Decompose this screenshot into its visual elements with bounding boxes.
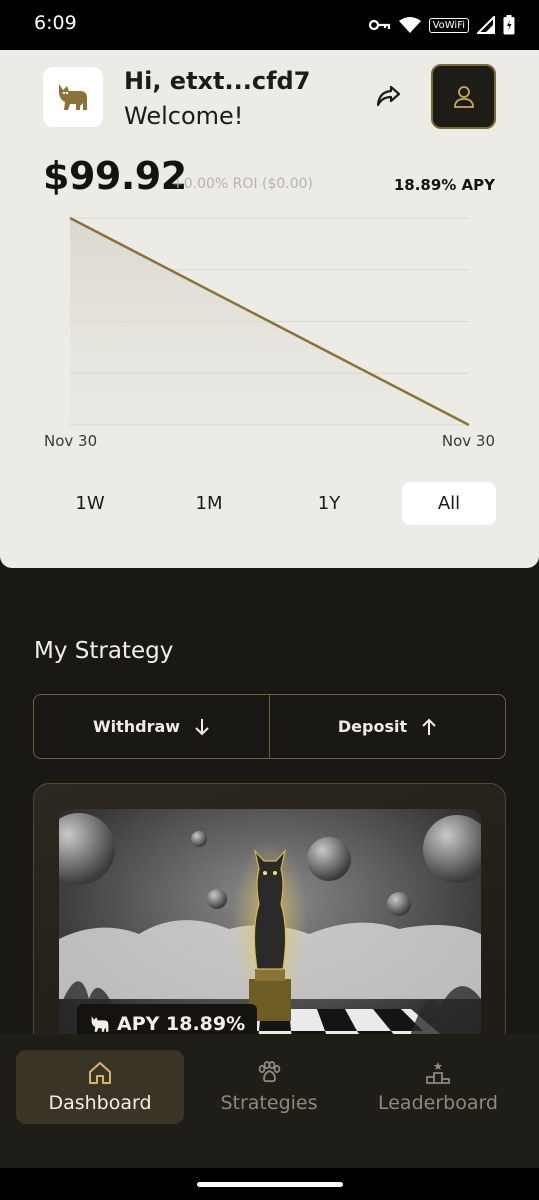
withdraw-label: Withdraw bbox=[92, 717, 181, 736]
portfolio-card: Hi, etxt...cfd7 Welcome! $99.92 +0.00% R… bbox=[0, 50, 539, 568]
paw-icon bbox=[258, 1060, 281, 1083]
vowifi-badge: VoWiFi bbox=[428, 17, 469, 33]
roi-text: +0.00% ROI ($0.00) bbox=[172, 176, 313, 192]
arrow-up-icon bbox=[422, 718, 436, 735]
tab-1y[interactable]: 1Y bbox=[282, 482, 376, 525]
apy-text: 18.89% APY bbox=[393, 176, 495, 194]
wifi-icon bbox=[398, 16, 421, 33]
nav-dashboard[interactable]: Dashboard bbox=[16, 1050, 184, 1124]
profile-button[interactable] bbox=[431, 64, 496, 129]
battery-icon bbox=[503, 15, 515, 35]
apy-badge-text: APY 18.89% bbox=[117, 1013, 246, 1035]
welcome-text: Welcome! bbox=[124, 102, 244, 130]
vpn-key-icon bbox=[368, 19, 390, 31]
x-axis-label-start: Nov 30 bbox=[44, 432, 98, 450]
arrow-down-icon bbox=[195, 718, 209, 735]
share-button[interactable] bbox=[372, 80, 404, 112]
status-bar: 6:09 VoWiFi bbox=[0, 0, 539, 50]
cat-logo-icon bbox=[91, 1016, 109, 1032]
home-gesture-bar[interactable] bbox=[197, 1182, 343, 1187]
tab-all[interactable]: All bbox=[402, 482, 496, 525]
status-time: 6:09 bbox=[34, 12, 77, 34]
signal-icon bbox=[477, 16, 495, 34]
user-icon bbox=[453, 85, 474, 108]
action-row: Withdraw Deposit bbox=[33, 694, 506, 759]
withdraw-button[interactable]: Withdraw bbox=[34, 695, 269, 758]
range-tabs: 1W 1M 1Y All bbox=[31, 482, 507, 526]
x-axis-label-end: Nov 30 bbox=[441, 432, 495, 450]
status-icons: VoWiFi bbox=[368, 14, 515, 36]
nav-label-dashboard: Dashboard bbox=[48, 1092, 152, 1114]
nav-leaderboard[interactable]: Leaderboard bbox=[354, 1050, 522, 1124]
home-icon bbox=[89, 1062, 111, 1084]
gesture-area bbox=[0, 1168, 539, 1200]
podium-icon bbox=[426, 1062, 450, 1084]
share-icon bbox=[376, 85, 401, 107]
nav-label-strategies: Strategies bbox=[220, 1092, 318, 1114]
tab-1w[interactable]: 1W bbox=[43, 482, 137, 525]
portfolio-chart bbox=[69, 216, 470, 427]
greeting-text: Hi, etxt...cfd7 bbox=[124, 67, 311, 95]
bottom-nav: Dashboard Strategies Leaderboard bbox=[0, 1034, 539, 1168]
deposit-button[interactable]: Deposit bbox=[269, 695, 505, 758]
tab-1m[interactable]: 1M bbox=[162, 482, 256, 525]
section-title: My Strategy bbox=[34, 638, 174, 664]
balance-value: $99.92 bbox=[43, 154, 187, 198]
deposit-label: Deposit bbox=[337, 717, 408, 736]
cat-logo-icon bbox=[59, 84, 87, 110]
nav-strategies[interactable]: Strategies bbox=[185, 1050, 353, 1124]
nav-label-leaderboard: Leaderboard bbox=[377, 1092, 498, 1114]
app-logo bbox=[43, 67, 103, 127]
